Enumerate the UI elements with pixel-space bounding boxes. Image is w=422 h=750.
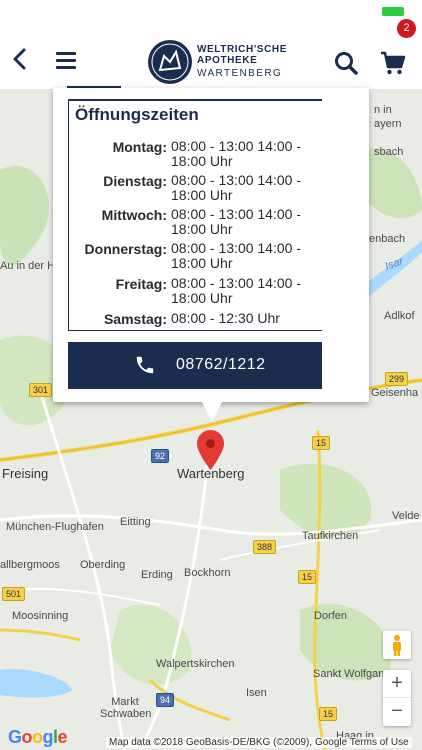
hours-day: Mittwoch:	[101, 207, 167, 223]
battery-icon	[382, 7, 404, 16]
info-window-tail	[201, 400, 223, 422]
menu-button[interactable]	[56, 52, 76, 69]
hours-time: 08:00 - 13:00 14:00 - 18:00 Uhr	[171, 206, 301, 237]
map-attribution[interactable]: Map data ©2018 GeoBasis-DE/BKG (©2009), …	[106, 737, 412, 748]
hours-day: Freitag:	[115, 276, 167, 292]
call-button[interactable]: 08762/1212	[68, 342, 322, 389]
logo-text-line3: WARTENBERG	[197, 68, 283, 79]
road-shield: 15	[312, 436, 331, 450]
app-header: WELTRICH'SCHE APOTHEKE WARTENBERG	[0, 26, 422, 90]
road-shield: 299	[385, 372, 409, 386]
map-label: Isen	[246, 687, 267, 699]
map-label: enbach	[369, 233, 406, 245]
road-shield: 94	[156, 693, 175, 707]
back-button[interactable]	[8, 46, 34, 72]
zoom-in-button[interactable]: +	[383, 670, 411, 698]
search-button[interactable]	[333, 50, 359, 76]
opening-hours-title: Öffnungszeiten	[75, 105, 199, 124]
phone-icon	[136, 356, 154, 374]
map-marker-icon[interactable]	[197, 430, 224, 470]
hamburger-icon	[56, 52, 76, 55]
hours-time: 08:00 - 13:00 14:00 - 18:00 Uhr	[171, 138, 301, 169]
map-label: Oberding	[80, 559, 126, 571]
map-label: Freising	[2, 466, 49, 481]
map-label: Dorfen	[314, 610, 348, 622]
map-label: Bockhorn	[184, 567, 231, 579]
logo-text-line2: APOTHEKE	[197, 55, 258, 66]
status-bar	[0, 0, 422, 26]
road-shield: 15	[319, 707, 338, 721]
map-label: n in	[374, 104, 392, 116]
map-label: Moosinning	[12, 610, 69, 622]
map-label: allbergmoos	[0, 559, 60, 571]
chevron-left-icon	[13, 48, 26, 70]
pegman-icon	[393, 635, 401, 656]
road-shield: 301	[29, 383, 53, 397]
phone-number: 08762/1212	[176, 356, 266, 373]
google-logo: Google	[8, 727, 68, 747]
hours-day: Donnerstag:	[84, 241, 167, 257]
road-shield: 92	[151, 449, 170, 463]
cart-count-badge: 2	[397, 19, 416, 38]
map-label: Eitting	[120, 516, 151, 528]
map-label: sbach	[374, 146, 404, 158]
map-label: Adlkof	[384, 310, 415, 322]
map-label: Walpertskirchen	[156, 658, 235, 670]
opening-hours-box: Öffnungszeiten Montag: 08:00 - 13:00 14:…	[68, 99, 322, 331]
logo-emblem	[148, 40, 192, 84]
hours-day: Dienstag:	[103, 173, 167, 189]
logo-text-line1: WELTRICH'SCHE	[197, 44, 287, 55]
hours-time: 08:00 - 13:00 14:00 - 18:00 Uhr	[171, 172, 301, 203]
pharmacy-logo[interactable]: WELTRICH'SCHE APOTHEKE WARTENBERG	[148, 40, 288, 84]
map-label: Markt Schwaben	[100, 696, 152, 720]
map-label: Geisenha	[371, 387, 419, 399]
road-shield: 501	[2, 587, 26, 601]
map-label: München-Flughafen	[6, 521, 104, 533]
zoom-out-button[interactable]: −	[383, 698, 411, 726]
hours-day: Samstag:	[103, 311, 167, 327]
search-icon	[335, 52, 358, 75]
map-label: Sankt Wolfgang	[313, 668, 391, 680]
cart-icon	[381, 51, 406, 75]
map-label: Taufkirchen	[302, 530, 359, 542]
road-shield: 15	[298, 570, 317, 584]
hours-time: 08:00 - 13:00 14:00 - 18:00 Uhr	[171, 240, 301, 271]
street-view-button[interactable]	[383, 631, 411, 659]
road-shield: 388	[253, 540, 277, 554]
info-window: Öffnungszeiten Montag: 08:00 - 13:00 14:…	[53, 86, 369, 402]
divider	[67, 86, 121, 88]
hours-time: 08:00 - 12:30 Uhr	[171, 310, 280, 326]
zoom-controls: + −	[383, 670, 411, 726]
map-label: Velde	[392, 510, 420, 522]
map-label: Erding	[141, 569, 173, 581]
map-label: ayern	[374, 118, 402, 130]
hours-day: Montag:	[112, 139, 167, 155]
cart-button[interactable]	[380, 50, 406, 76]
hours-time: 08:00 - 13:00 14:00 - 18:00 Uhr	[171, 275, 301, 306]
